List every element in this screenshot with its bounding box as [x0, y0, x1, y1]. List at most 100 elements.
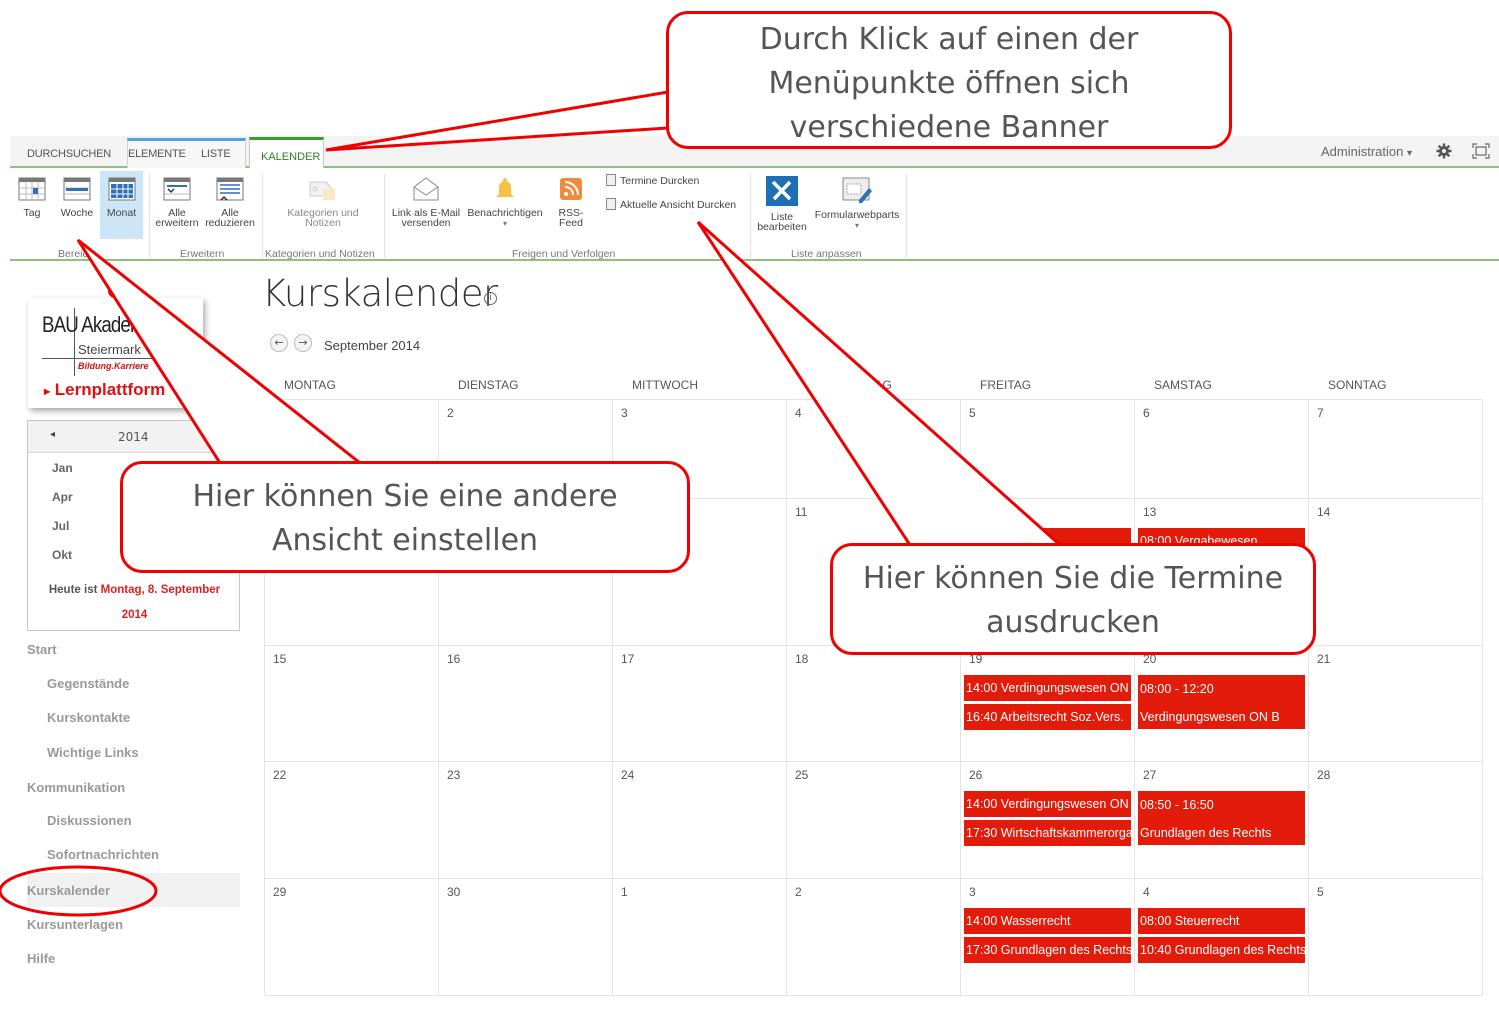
rss-feed-button[interactable]: RSS-Feed: [547, 176, 595, 228]
month-jan[interactable]: Jan: [52, 461, 73, 475]
next-month-button[interactable]: →: [294, 334, 312, 352]
nav-item-sofortnachrichten[interactable]: Sofortnachrichten: [47, 847, 159, 862]
group-label-freigeben: Freigen und Verfolgen: [512, 248, 616, 260]
nav-item-diskussionen[interactable]: Diskussionen: [47, 813, 132, 828]
email-link-button[interactable]: Link als E-Mail versenden: [390, 176, 462, 228]
calendar-day-cell[interactable]: 3 14:00 Wasserrecht 17:30 Grundlagen des R…: [961, 879, 1135, 996]
calendar-day-cell[interactable]: 28: [1309, 762, 1483, 879]
calendar-day-cell[interactable]: 19 14:00 Verdingungswesen ON 16:40 Arbeits…: [961, 646, 1135, 762]
calendar-day-cell[interactable]: 29: [265, 879, 439, 996]
notify-label: Benachrichtigen: [467, 207, 543, 219]
calendar-event[interactable]: 14:00 Verdingungswesen ON: [963, 674, 1132, 702]
tab-liste[interactable]: LISTE: [201, 148, 231, 160]
ribbon-separator: [149, 174, 150, 258]
previous-year-arrow[interactable]: ◂: [50, 429, 55, 440]
week-view-button[interactable]: Woche: [58, 176, 96, 218]
calendar-day-cell[interactable]: 18: [787, 646, 961, 762]
calendar-day-cell[interactable]: 5: [1309, 879, 1483, 996]
print-appointments-button[interactable]: Termine Durcken: [606, 174, 699, 187]
previous-month-button[interactable]: ←: [270, 334, 288, 352]
ribbon-separator: [750, 174, 751, 258]
tab-durchsuchen[interactable]: DURCHSUCHEN: [27, 148, 111, 160]
calendar-day-cell[interactable]: 15: [265, 646, 439, 762]
calendar-day-cell[interactable]: 21: [1309, 646, 1483, 762]
calendar-day-cell[interactable]: 30: [439, 879, 613, 996]
day-number: 13: [1143, 505, 1157, 519]
print-current-view-label: Aktuelle Ansicht Durcken: [620, 199, 737, 211]
calendar-day-cell[interactable]: 2: [787, 879, 961, 996]
day-number: 30: [447, 885, 461, 899]
info-icon[interactable]: i: [484, 292, 497, 305]
calendar-day-cell[interactable]: 14: [1309, 499, 1483, 646]
notify-button[interactable]: Benachrichtigen ▾: [465, 176, 545, 229]
print-page-icon: [606, 198, 616, 210]
callout-text: Hier können Sie eine andere: [192, 479, 618, 514]
day-number: 24: [621, 768, 635, 782]
month-okt[interactable]: Okt: [52, 548, 72, 562]
chevron-down-icon: ▾: [1407, 148, 1413, 159]
date-picker-year: 2014: [118, 430, 149, 444]
logo-tagline: Bildung.Karriere: [78, 361, 149, 371]
calendar-day-cell[interactable]: 4 08:00 Steuerrecht 10:40 Grundlagen des R…: [1135, 879, 1309, 996]
expand-all-button[interactable]: Alle erweitern: [152, 176, 202, 228]
today-date-link[interactable]: Montag, 8. September: [101, 584, 221, 596]
calendar-event[interactable]: 10:40 Grundlagen des Rechts: [1137, 936, 1306, 964]
calendar-day-cell[interactable]: 2008:00 - 12:20Verdingungswesen ON B 211…: [1135, 646, 1309, 762]
calendar-event[interactable]: 17:30 Wirtschaftskammerorganisation: [963, 819, 1132, 847]
calendar-event[interactable]: 17:30 Grundlagen des Rechts: [963, 936, 1132, 964]
print-current-view-button[interactable]: Aktuelle Ansicht Durcken: [606, 198, 736, 211]
calendar-day-cell[interactable]: 22: [265, 762, 439, 879]
calendar-event[interactable]: 08:00 Steuerrecht: [1137, 907, 1306, 935]
gear-icon[interactable]: [1435, 142, 1453, 163]
week-view-icon: [63, 177, 91, 201]
calendar-day-cell[interactable]: 7: [1309, 400, 1483, 499]
calendar-event[interactable]: 16:40 Arbeitsrecht Soz.Vers.: [963, 703, 1132, 731]
chevron-down-icon: ▾: [502, 219, 507, 228]
form-webparts-button[interactable]: Formularwebparts ▾: [812, 176, 902, 231]
administration-menu[interactable]: Administration ▾: [1321, 144, 1412, 159]
nav-item-gegenstaende[interactable]: Gegenstände: [47, 676, 129, 691]
day-number: 2: [795, 885, 802, 899]
calendar-day-cell[interactable]: 6: [1135, 400, 1309, 499]
calendar-day-cell[interactable]: 23: [439, 762, 613, 879]
calendar-event[interactable]: 08:00 - 12:20 Verdingungswesen ON B 2110: [1137, 674, 1306, 730]
collapse-all-button[interactable]: Alle reduzieren: [204, 176, 256, 228]
tab-elemente[interactable]: ELEMENTE: [128, 148, 186, 160]
nav-item-start[interactable]: Start: [27, 642, 57, 657]
calendar-day-cell[interactable]: 26 14:00 Verdingungswesen ON 17:30 Wirtsch…: [961, 762, 1135, 879]
calendar-day-cell[interactable]: 24: [613, 762, 787, 879]
logo-portal-link[interactable]: ▸ Lernplattform: [44, 380, 165, 400]
calendar-day-cell[interactable]: 16: [439, 646, 613, 762]
today-date-year[interactable]: 2014: [122, 609, 148, 621]
calendar-event[interactable]: 14:00 Verdingungswesen ON: [963, 790, 1132, 818]
edit-list-button[interactable]: Liste bearbeiten: [754, 176, 810, 232]
calendar-day-cell[interactable]: 27 08:50 - 16:50 Grundlagen des Rechts: [1135, 762, 1309, 879]
nav-item-kommunikation[interactable]: Kommunikation: [27, 780, 125, 795]
print-appointments-label: Termine Durcken: [620, 175, 700, 187]
calendar-event[interactable]: 14:00 Wasserrecht: [963, 907, 1132, 935]
site-logo[interactable]: BAU Akademie Steiermark Bildung.Karriere…: [28, 298, 203, 408]
day-number: 23: [447, 768, 461, 782]
month-jul[interactable]: Jul: [52, 519, 69, 533]
day-view-button[interactable]: Tag: [16, 176, 48, 218]
calendar-day-cell[interactable]: 1: [613, 879, 787, 996]
nav-item-wichtige-links[interactable]: Wichtige Links: [47, 745, 139, 760]
day-number: 18: [795, 652, 809, 666]
focus-mode-icon[interactable]: [1472, 143, 1490, 162]
calendar-day-cell[interactable]: 5: [961, 400, 1135, 499]
weekday-header: SAMSTAG: [1154, 378, 1212, 392]
triangle-right-icon: ▸: [44, 384, 51, 398]
categories-notes-button[interactable]: Kategorien und Notizen: [280, 176, 366, 228]
calendar-day-cell[interactable]: 4: [787, 400, 961, 499]
nav-item-kurskalender[interactable]: Kurskalender: [27, 883, 110, 898]
month-view-button[interactable]: Monat: [100, 171, 143, 239]
tab-kalender[interactable]: KALENDER: [249, 137, 324, 170]
nav-item-kursunterlagen[interactable]: Kursunterlagen: [27, 917, 123, 932]
calendar-event[interactable]: 08:50 - 16:50 Grundlagen des Rechts: [1137, 790, 1306, 846]
callout-text: Durch Klick auf einen der: [759, 22, 1139, 57]
nav-item-kurskontakte[interactable]: Kurskontakte: [47, 710, 130, 725]
calendar-day-cell[interactable]: 17: [613, 646, 787, 762]
month-apr[interactable]: Apr: [52, 490, 73, 504]
calendar-day-cell[interactable]: 25: [787, 762, 961, 879]
nav-item-hilfe[interactable]: Hilfe: [27, 951, 55, 966]
